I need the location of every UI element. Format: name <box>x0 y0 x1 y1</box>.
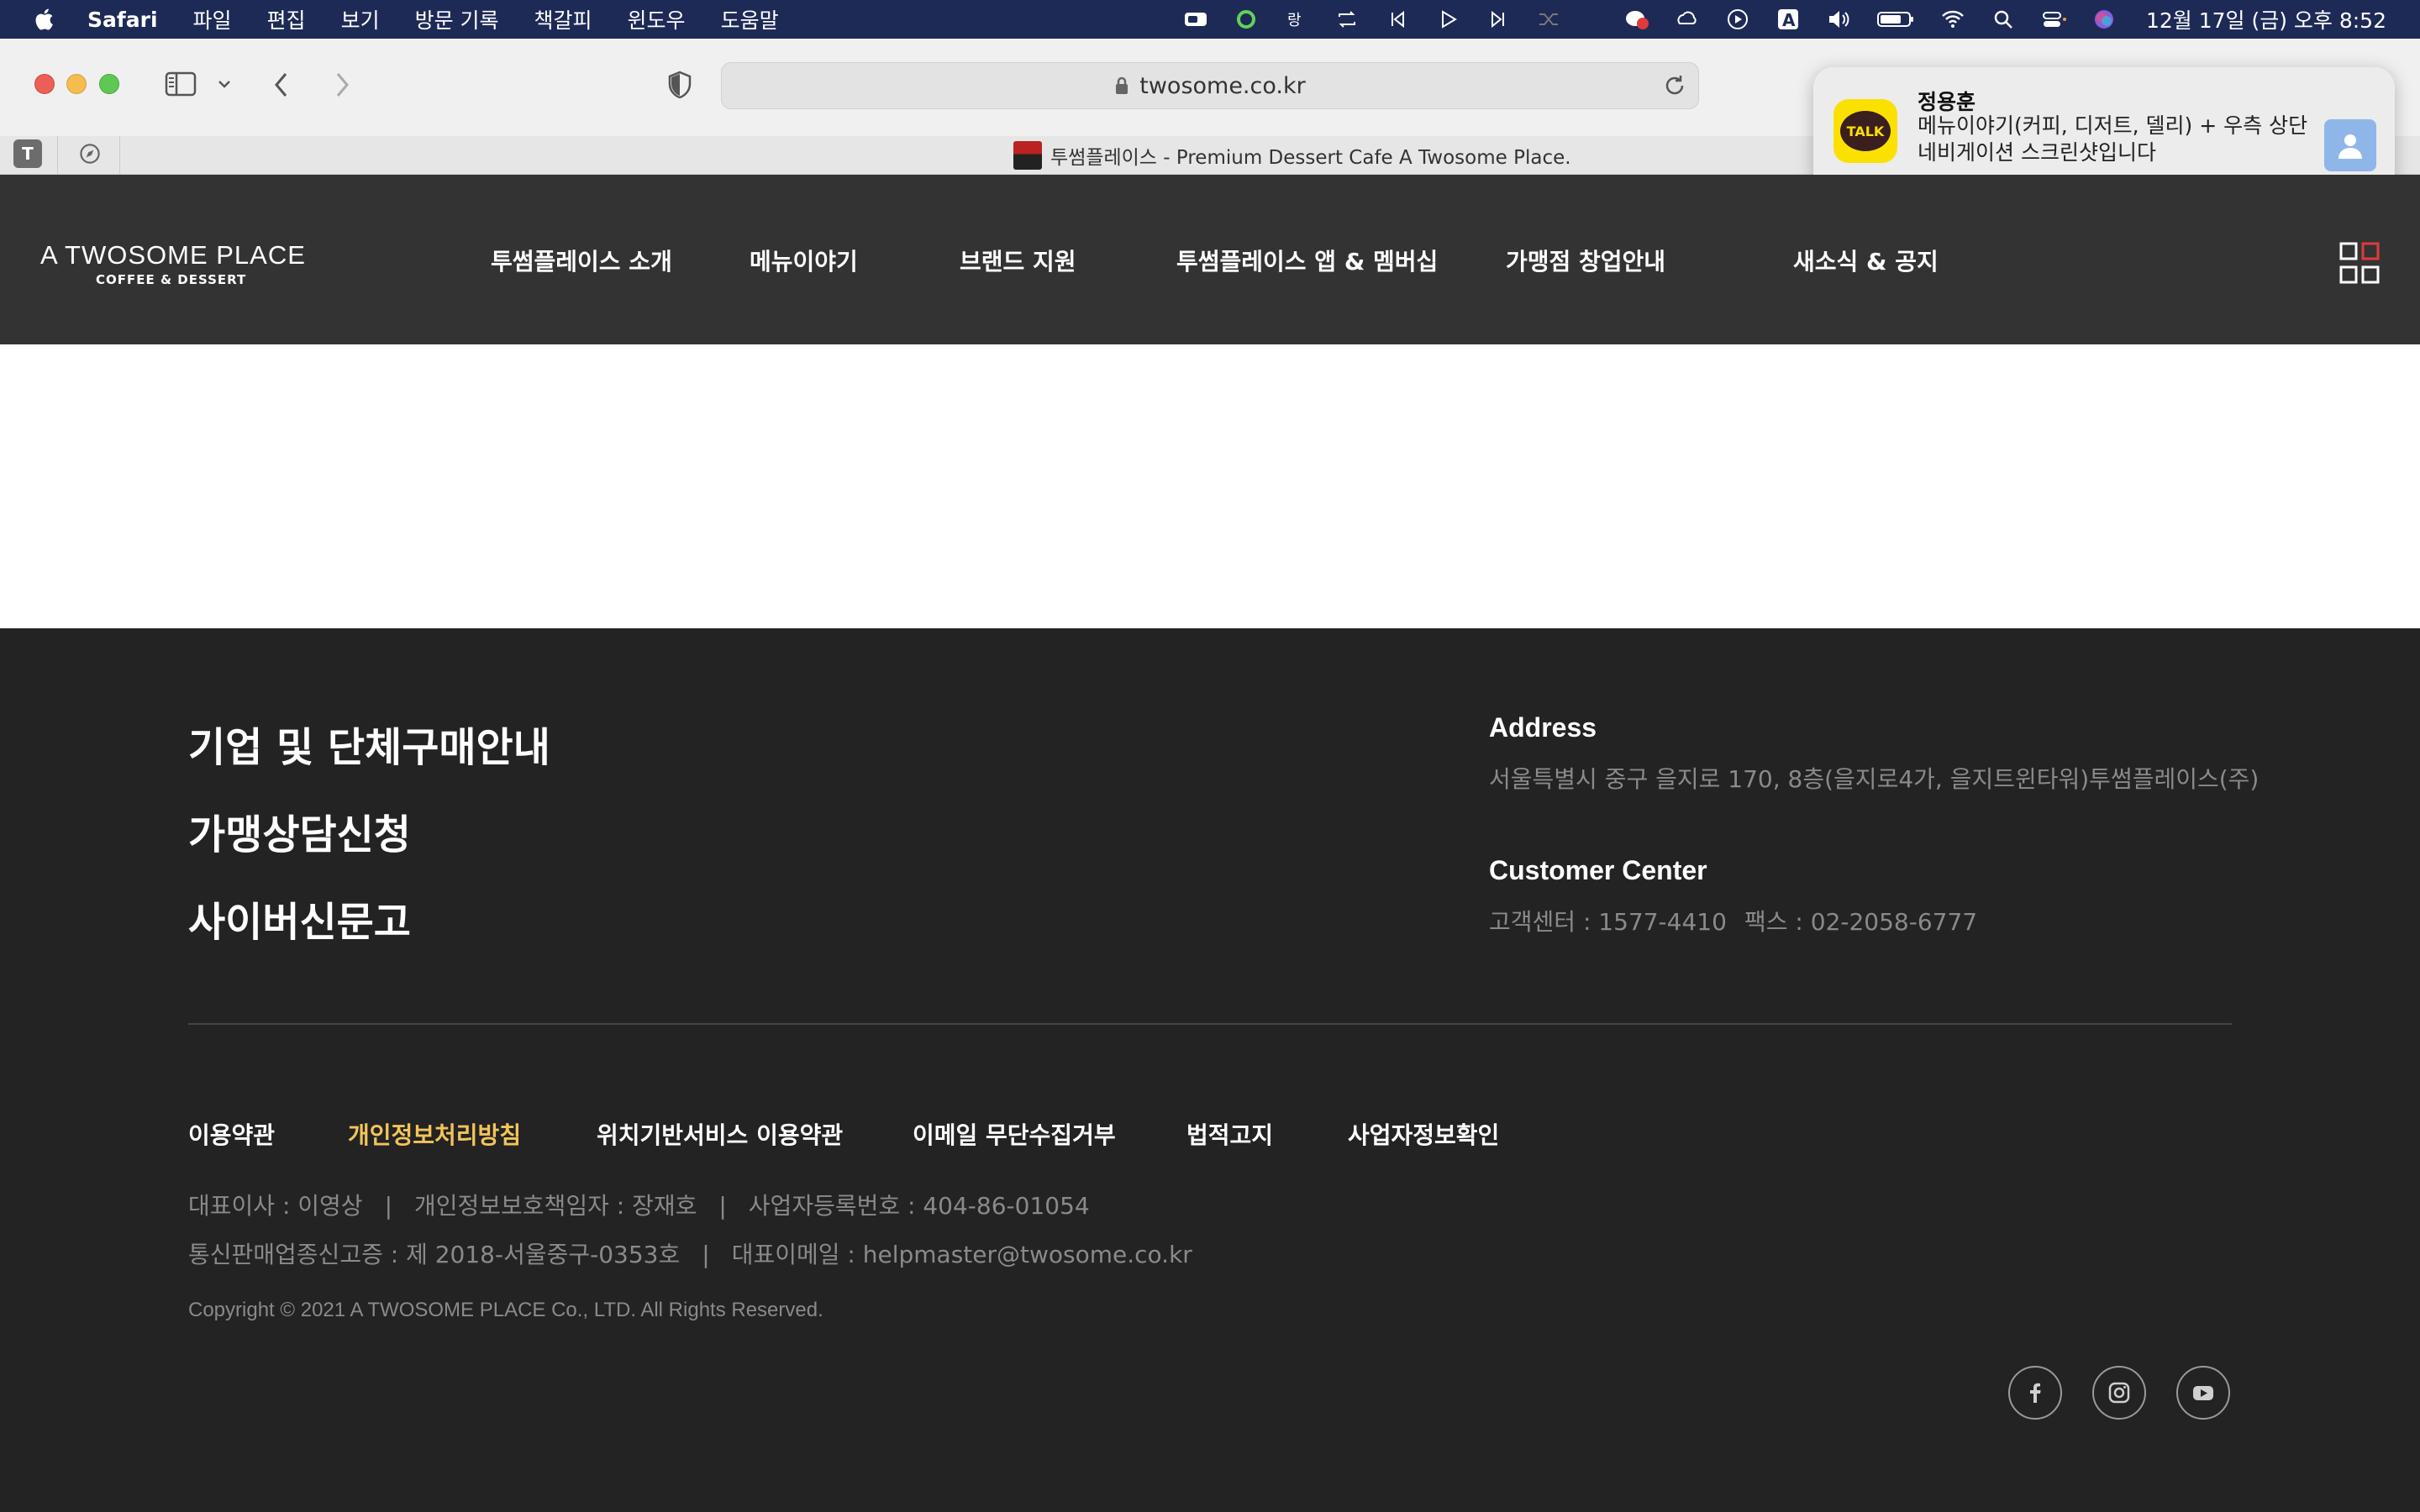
nav-about[interactable]: 투썸플레이스 소개 <box>491 244 672 277</box>
menu-bookmarks[interactable]: 책갈피 <box>534 4 592 34</box>
play-circle-icon[interactable] <box>1725 7 1750 32</box>
forward-icon[interactable] <box>331 71 353 99</box>
back-icon[interactable] <box>271 71 292 99</box>
policy-legal[interactable]: 법적고지 <box>1186 1117 1273 1151</box>
siri-icon[interactable] <box>2091 7 2117 32</box>
policy-location[interactable]: 위치기반서비스 이용약관 <box>597 1117 843 1151</box>
favicon-icon <box>1013 141 1042 170</box>
nav-app-membership[interactable]: 투썸플레이스 앱 & 멤버십 <box>1176 244 1438 277</box>
close-window-button[interactable] <box>34 74 55 94</box>
policy-terms[interactable]: 이용약관 <box>188 1117 275 1151</box>
address-heading: Address <box>1489 712 1597 743</box>
chat-badge-icon[interactable] <box>1624 7 1649 32</box>
instagram-icon[interactable] <box>2092 1366 2146 1420</box>
input-source-icon[interactable]: A <box>1776 7 1801 32</box>
menu-app-name[interactable]: Safari <box>87 8 158 32</box>
shield-icon[interactable] <box>667 71 692 99</box>
footer-link-franchise[interactable]: 가맹상담신청 <box>188 801 411 860</box>
notification-sender: 정용훈 <box>1918 90 1976 114</box>
policy-privacy[interactable]: 개인정보처리방침 <box>348 1117 521 1151</box>
weather-icon[interactable] <box>1675 7 1700 32</box>
copyright: Copyright © 2021 A TWOSOME PLACE Co., LT… <box>188 1299 823 1321</box>
youtube-icon[interactable] <box>2176 1366 2230 1420</box>
active-tab[interactable]: 투썸플레이스 - Premium Dessert Cafe A Twosome … <box>1013 139 1571 171</box>
facebook-icon[interactable] <box>2008 1366 2062 1420</box>
reload-icon[interactable] <box>1663 74 1686 97</box>
site-logo[interactable]: A TWOSOME PLACE COFFEE & DESSERT <box>40 240 306 287</box>
menu-view[interactable]: 보기 <box>341 4 380 34</box>
customer-center-heading: Customer Center <box>1489 855 1707 885</box>
pinned-tab[interactable]: T <box>13 139 42 168</box>
site-footer: 기업 및 단체구매안내 가맹상담신청 사이버신문고 Address 서울특별시 … <box>0 628 2420 1512</box>
previous-track-icon[interactable] <box>1385 7 1410 32</box>
compass-icon[interactable] <box>76 139 104 168</box>
minimize-window-button[interactable] <box>66 74 87 94</box>
company-info-line1: 대표이사 : 이영상 | 개인정보보호책임자 : 장재호 | 사업자등록번호 : 404… <box>188 1192 1090 1220</box>
customer-center-fax: 팩스 : 02-2058-6777 <box>1744 908 1978 936</box>
menu-history[interactable]: 방문 기록 <box>415 4 499 34</box>
policy-email[interactable]: 이메일 무단수집거부 <box>913 1117 1116 1151</box>
nav-brand-support[interactable]: 브랜드 지원 <box>960 244 1076 277</box>
korean-input-icon[interactable]: 랑 <box>1284 7 1309 32</box>
spotlight-icon[interactable] <box>1991 7 2016 32</box>
zoom-window-button[interactable] <box>99 74 119 94</box>
svg-text:랑: 랑 <box>1287 12 1302 29</box>
nav-franchise[interactable]: 가맹점 창업안내 <box>1506 244 1665 277</box>
content-area <box>0 344 2420 628</box>
nav-news[interactable]: 새소식 & 공지 <box>1793 244 1939 277</box>
address-bar[interactable]: twosome.co.kr <box>721 62 1699 109</box>
tab-title-text: 투썸플레이스 - Premium Dessert Cafe A Twosome … <box>1050 147 1571 169</box>
avatar <box>2324 119 2376 171</box>
sidebar-icon[interactable] <box>165 71 197 97</box>
customer-center-phone: 고객센터 : 1577-4410 <box>1489 908 1727 936</box>
next-track-icon[interactable] <box>1486 7 1511 32</box>
control-center-icon[interactable] <box>2041 7 2066 32</box>
site-header: A TWOSOME PLACE COFFEE & DESSERT 투썸플레이스 … <box>0 175 2420 344</box>
company-info-line2: 통신판매업종신고증 : 제 2018-서울중구-0353호 | 대표이메일 : he… <box>188 1241 1192 1268</box>
url-text: twosome.co.kr <box>1139 72 1306 99</box>
menu-grid-icon[interactable] <box>2339 242 2380 284</box>
lock-icon <box>1116 76 1128 94</box>
menu-bar: Safari 파일 편집 보기 방문 기록 책갈피 윈도우 도움말 랑 A 12… <box>0 0 2420 39</box>
kakaotalk-icon: TALK <box>1833 99 1897 163</box>
svg-text:A: A <box>1782 10 1796 30</box>
facetime-icon[interactable] <box>1183 7 1208 32</box>
address-text: 서울특별시 중구 을지로 170, 8층(을지로4가, 을지트윈타워)투썸플레이… <box>1489 765 2260 793</box>
tab-divider <box>119 136 120 175</box>
footer-link-corporate[interactable]: 기업 및 단체구매안내 <box>188 714 550 773</box>
nav-menu[interactable]: 메뉴이야기 <box>750 244 858 277</box>
notification-message: 메뉴이야기(커피, 디저트, 델리) + 우측 상단 네비게이션 스크린샷입니다 <box>1918 113 2308 165</box>
menu-window[interactable]: 윈도우 <box>628 4 686 34</box>
policy-business-info[interactable]: 사업자정보확인 <box>1348 1117 1499 1151</box>
battery-icon[interactable] <box>1876 7 1915 32</box>
chevron-down-icon[interactable] <box>217 77 232 91</box>
apple-icon[interactable] <box>34 8 54 31</box>
menu-edit[interactable]: 편집 <box>267 4 306 34</box>
repeat-icon[interactable] <box>1334 7 1360 32</box>
footer-link-cyber[interactable]: 사이버신문고 <box>188 889 411 948</box>
menu-file[interactable]: 파일 <box>193 4 232 34</box>
music-app-icon[interactable] <box>1234 7 1259 32</box>
tab-divider <box>57 136 58 175</box>
menu-help[interactable]: 도움말 <box>721 4 779 34</box>
menu-clock[interactable]: 12월 17일 (금) 오후 8:52 <box>2146 4 2386 34</box>
footer-divider <box>188 1023 2232 1025</box>
volume-icon[interactable] <box>1826 7 1851 32</box>
shuffle-icon[interactable] <box>1536 7 1561 32</box>
play-icon[interactable] <box>1435 7 1460 32</box>
wifi-icon[interactable] <box>1940 7 1965 32</box>
